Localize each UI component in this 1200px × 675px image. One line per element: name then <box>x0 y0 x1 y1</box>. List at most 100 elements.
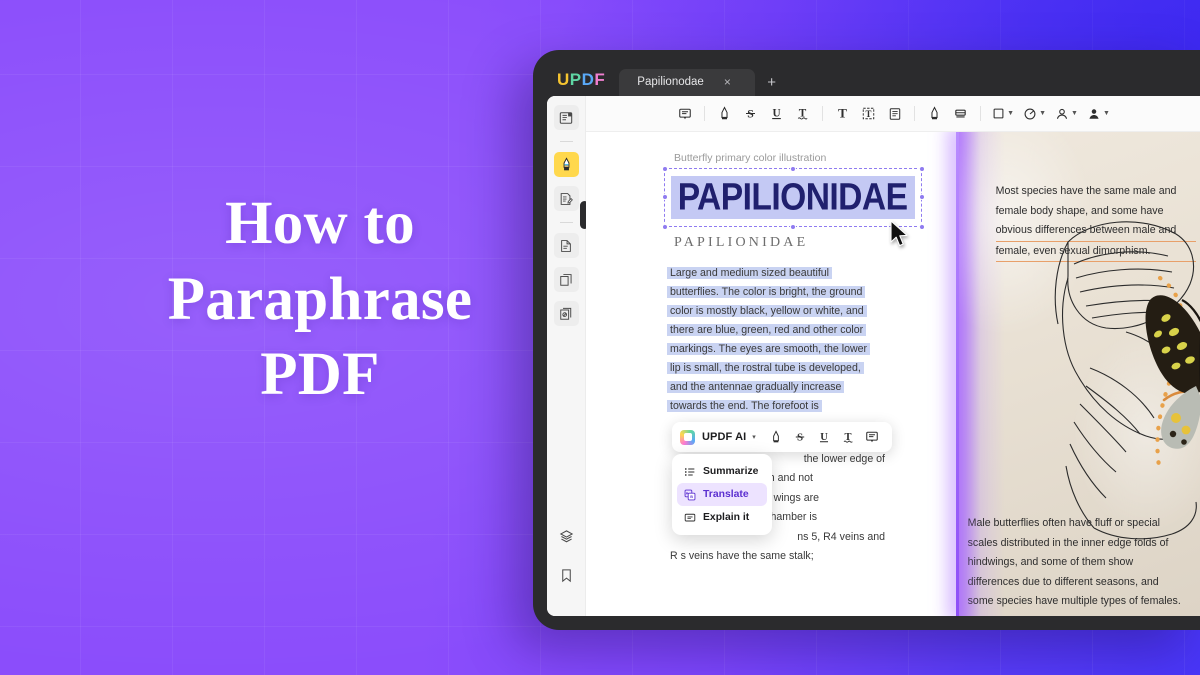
chevron-down-icon: ▼ <box>1007 110 1015 117</box>
squiggly-underline-icon[interactable]: T <box>837 426 860 449</box>
selected-text-box[interactable]: PAPILIONIDAE <box>661 165 925 230</box>
highlighted-line: color is mostly black, yellow or white, … <box>670 302 880 321</box>
squiggly-underline-icon[interactable]: T <box>790 101 815 126</box>
sidebar-item-edit-pdf-icon[interactable] <box>553 186 579 211</box>
sidebar-item-layers-icon[interactable] <box>554 524 579 549</box>
comment-icon[interactable] <box>861 426 884 449</box>
highlighted-line: lip is small, the rostral tube is develo… <box>670 359 880 378</box>
menu-item-summarize[interactable]: Summarize <box>677 460 767 483</box>
highlight-icon[interactable] <box>712 101 737 126</box>
toolbar-divider-3 <box>914 106 916 121</box>
highlighted-line: markings. The eyes are smooth, the lower <box>670 340 880 359</box>
underline-icon[interactable]: U <box>764 101 789 126</box>
highlighted-line-text: lip is small, the rostral tube is develo… <box>670 362 861 374</box>
sidebar-item-convert-icon[interactable] <box>553 267 579 292</box>
toolbar-divider-4 <box>980 106 982 121</box>
sign-document-icon[interactable]: ▼ <box>1083 101 1114 126</box>
logo-letter-p: P <box>569 70 582 89</box>
highlighted-line: butterflies. The color is bright, the gr… <box>670 283 880 302</box>
strikethrough-icon[interactable]: S <box>738 101 763 126</box>
heading-subtitle: PAPILIONIDAE <box>674 235 809 250</box>
chevron-down-icon[interactable]: ▾ <box>752 433 756 441</box>
pdf-page[interactable]: Most species have the same male and fema… <box>586 132 1200 616</box>
logo-letter-f: F <box>594 70 606 89</box>
highlighted-line-text: markings. The eyes are smooth, the lower <box>670 343 868 355</box>
close-icon[interactable]: × <box>724 76 731 88</box>
shapes-icon[interactable]: ▼ <box>988 101 1018 126</box>
annotation-toolbar: S U T T T ▼ ▼ ▼ ▼ <box>586 96 1200 132</box>
highlighted-line: and the antennae gradually increase <box>670 378 880 397</box>
sidebar-item-page-tools-icon[interactable] <box>553 233 579 258</box>
list-icon <box>683 465 696 478</box>
pencil-icon[interactable] <box>922 101 947 126</box>
resize-handle-se[interactable] <box>918 223 925 230</box>
strikethrough-icon[interactable]: S <box>789 426 812 449</box>
resize-handle-sw[interactable] <box>661 223 668 230</box>
new-tab-icon[interactable]: + <box>755 75 786 96</box>
tablet-device: UPDF Papilionodae × + S U T T T ▼ ▼ ▼ ▼ … <box>533 50 1200 630</box>
headline-line-1: How to <box>225 190 415 257</box>
underline-icon[interactable]: U <box>813 426 836 449</box>
document-tab[interactable]: Papilionodae × <box>619 69 756 96</box>
heading-text-value: PAPILIONIDAE <box>678 175 908 218</box>
svg-text:B: B <box>690 494 693 498</box>
sticky-note-icon[interactable] <box>882 101 907 126</box>
updf-ai-logo-icon <box>680 429 695 445</box>
text-tool-icon[interactable]: T <box>830 101 855 126</box>
eraser-icon[interactable] <box>948 101 973 126</box>
chevron-down-icon: ▼ <box>1102 110 1110 117</box>
rail-divider-1 <box>559 141 573 142</box>
sidebar-item-bookmark-icon[interactable] <box>554 563 579 588</box>
sidebar-item-protect-icon[interactable] <box>553 301 579 326</box>
resize-handle-e[interactable] <box>918 194 925 200</box>
resize-handle-w[interactable] <box>661 194 668 200</box>
sidebar-item-reader-mode-icon[interactable] <box>553 105 579 130</box>
highlighted-line: there are blue, green, red and other col… <box>670 321 880 340</box>
svg-text:U: U <box>773 108 781 120</box>
heading-text: PAPILIONIDAE <box>665 176 921 218</box>
butterfly-image <box>1145 295 1200 449</box>
sidebar-item-highlighter-icon[interactable] <box>553 152 579 177</box>
menu-item-label: Explain it <box>703 512 750 523</box>
menu-item-translate[interactable]: AB Translate <box>677 483 767 506</box>
tab-title: Papilionodae <box>637 76 704 88</box>
translate-icon: AB <box>683 488 696 501</box>
comment-icon[interactable] <box>672 101 697 126</box>
highlight-icon[interactable] <box>765 426 788 449</box>
text-box-icon[interactable]: T <box>856 101 881 126</box>
highlighted-line-text: towards the end. The forefoot is <box>670 400 819 412</box>
stamp-icon[interactable]: ▼ <box>1019 101 1050 126</box>
chevron-down-icon: ▼ <box>1039 110 1046 117</box>
highlighted-line-text: color is mostly black, yellow or white, … <box>670 305 864 317</box>
highlighted-line: towards the end. The forefoot is <box>670 397 880 416</box>
signature-icon[interactable]: ▼ <box>1051 101 1082 126</box>
resize-handle-s[interactable] <box>789 223 796 230</box>
ai-brand-label: UPDF AI <box>702 431 747 443</box>
resize-handle-ne[interactable] <box>918 165 925 172</box>
svg-text:T: T <box>838 106 847 121</box>
svg-text:U: U <box>821 432 829 443</box>
menu-item-explain-it[interactable]: Explain it <box>677 506 767 529</box>
illustration-caption: Butterfly primary color illustration <box>674 152 827 164</box>
toolbar-divider-1 <box>704 106 706 121</box>
ai-dropdown-menu[interactable]: Summarize AB Translate Explain it <box>672 454 772 535</box>
page-split-highlight <box>955 132 959 616</box>
page-right-column: Most species have the same male and fema… <box>955 132 1200 616</box>
resize-handle-n[interactable] <box>789 165 796 172</box>
continuation-line-6: R s veins have the same stalk; <box>670 550 814 563</box>
logo-letter-u: U <box>557 70 570 89</box>
ai-floating-toolbar[interactable]: UPDF AI ▾ S U T <box>672 422 892 452</box>
chevron-down-icon: ▼ <box>1071 110 1078 117</box>
app-titlebar: UPDF Papilionodae × + <box>547 62 1200 96</box>
svg-text:T: T <box>866 109 872 119</box>
svg-text:A: A <box>685 491 688 495</box>
app-window: S U T T T ▼ ▼ ▼ ▼ Most species have the … <box>547 96 1200 616</box>
promo-headline: How to Paraphrase PDF <box>110 186 530 413</box>
headline-line-2: Paraphrase <box>167 265 473 333</box>
resize-handle-nw[interactable] <box>661 165 668 172</box>
menu-item-label: Summarize <box>703 466 759 477</box>
right-paragraph-2-line-4: differences due to different seasons, an… <box>967 575 1159 588</box>
headline-line-3: PDF <box>260 341 380 409</box>
highlighted-line: Large and medium sized beautiful <box>670 264 880 283</box>
highlighted-paragraph[interactable]: Large and medium sized beautiful butterf… <box>670 264 880 416</box>
